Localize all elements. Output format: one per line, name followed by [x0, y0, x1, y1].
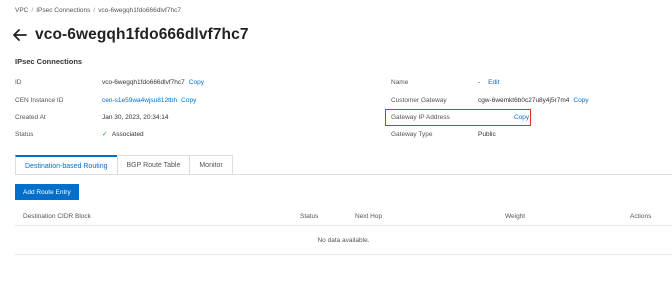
detail-value-customer-gateway: cgw-6wemkt6b0c27u8y4j5r7m4 — [478, 96, 570, 104]
detail-label-gateway-type: Gateway Type — [391, 130, 433, 138]
column-header-next-hop: Next Hop — [355, 213, 383, 220]
detail-value-id: vco-6wegqh1fdo666dlvf7hc7 — [102, 78, 185, 86]
breadcrumb-separator: / — [31, 7, 34, 14]
detail-value-cen-link[interactable]: cen-s1e59wa4wjsu812tbh — [102, 97, 177, 104]
page-header: vco-6wegqh1fdo666dlvf7hc7 — [12, 26, 249, 44]
section-title: IPsec Connections — [15, 57, 83, 66]
column-header-status: Status — [300, 213, 319, 220]
status-badge: Associated — [111, 130, 144, 138]
table-empty-state: No data available. — [15, 227, 672, 255]
back-arrow-icon[interactable] — [12, 27, 28, 43]
detail-row-status: Status ✓ Associated — [15, 129, 375, 139]
detail-row-name: Name - Edit — [391, 77, 661, 87]
detail-value-cen-group: cen-s1e59wa4wjsu812tbh Copy — [102, 97, 196, 104]
breadcrumb-item-ipsec-connections[interactable]: IPsec Connections — [36, 7, 90, 14]
detail-value-gateway-type-group: Public — [478, 131, 496, 138]
tab-divider — [15, 174, 672, 175]
column-header-destination-cidr: Destination CIDR Block — [23, 213, 91, 220]
detail-label-name: Name — [391, 78, 409, 86]
detail-label-id: ID — [15, 78, 22, 86]
copy-cen-button[interactable]: Copy — [181, 97, 196, 104]
detail-value-status-group: ✓ Associated — [102, 130, 144, 139]
tab-bar: Destination-based Routing BGP Route Tabl… — [15, 155, 233, 175]
column-header-weight: Weight — [505, 213, 526, 220]
edit-name-button[interactable]: Edit — [488, 79, 499, 86]
tab-destination-based-routing[interactable]: Destination-based Routing — [15, 155, 118, 175]
detail-value-created: Jan 30, 2023, 20:34:14 — [102, 113, 169, 121]
detail-value-created-group: Jan 30, 2023, 20:34:14 — [102, 114, 169, 121]
detail-label-status: Status — [15, 130, 34, 138]
table-header: Destination CIDR Block Status Next Hop W… — [15, 209, 672, 226]
detail-row-cen: CEN Instance ID cen-s1e59wa4wjsu812tbh C… — [15, 95, 375, 105]
detail-row-customer-gateway: Customer Gateway cgw-6wemkt6b0c27u8y4j5r… — [391, 95, 661, 105]
detail-value-gateway-type: Public — [478, 130, 496, 138]
detail-value-id-group: vco-6wegqh1fdo666dlvf7hc7 Copy — [102, 79, 204, 86]
detail-value-name-group: - Edit — [478, 79, 499, 86]
detail-label-created: Created At — [15, 113, 46, 121]
breadcrumb-separator: / — [93, 7, 96, 14]
breadcrumb-item-current: vco-6wegqh1fdo666dlvf7hc7 — [98, 7, 181, 14]
detail-label-customer-gateway: Customer Gateway — [391, 96, 447, 104]
detail-value-customer-gateway-group: cgw-6wemkt6b0c27u8y4j5r7m4 Copy — [478, 97, 589, 104]
highlight-box — [385, 109, 531, 126]
copy-customer-gateway-button[interactable]: Copy — [573, 97, 588, 104]
detail-row-id: ID vco-6wegqh1fdo666dlvf7hc7 Copy — [15, 77, 375, 87]
breadcrumb-item-vpc[interactable]: VPC — [15, 7, 28, 14]
detail-value-name: - — [478, 78, 481, 86]
check-icon: ✓ — [102, 131, 108, 138]
detail-label-cen: CEN Instance ID — [15, 96, 64, 104]
detail-row-gateway-type: Gateway Type Public — [391, 129, 661, 139]
page-title: vco-6wegqh1fdo666dlvf7hc7 — [35, 26, 249, 43]
breadcrumb: VPC / IPsec Connections / vco-6wegqh1fdo… — [15, 7, 181, 14]
tab-monitor[interactable]: Monitor — [189, 155, 233, 175]
column-header-actions: Actions — [630, 213, 652, 220]
tab-bgp-route-table[interactable]: BGP Route Table — [116, 155, 191, 175]
detail-row-created: Created At Jan 30, 2023, 20:34:14 — [15, 112, 375, 122]
copy-id-button[interactable]: Copy — [189, 79, 204, 86]
add-route-entry-button[interactable]: Add Route Entry — [15, 184, 79, 200]
